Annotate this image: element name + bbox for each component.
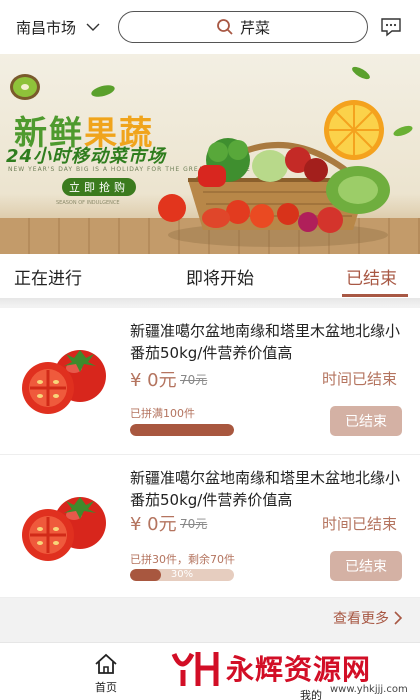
search-icon [217, 19, 233, 35]
view-more-label: 查看更多 [333, 611, 389, 627]
group-progress-text: 已拼30件，剩余70件 [130, 553, 235, 566]
product-title[interactable]: 新疆准噶尔盆地南缘和塔里木盆地北缘小番茄50kg/件营养价值高 [130, 467, 412, 511]
nav-mine[interactable]: 我的 [300, 687, 322, 700]
product-card[interactable]: 新疆准噶尔盆地南缘和塔里木盆地北缘小番茄50kg/件营养价值高 ¥ 0元 70元… [0, 455, 420, 597]
orange-slice-icon [324, 100, 384, 160]
tab-in-progress[interactable]: 正在进行 [14, 264, 82, 289]
status-tabs: 正在进行 即将开始 已结束 [0, 254, 420, 298]
ended-button[interactable]: 已结束 [330, 551, 402, 581]
view-more-link[interactable]: 查看更多 [333, 608, 403, 628]
product-card[interactable]: 新疆准噶尔盆地南缘和塔里木盆地北缘小番茄50kg/件营养价值高 ¥ 0元 70元… [0, 308, 420, 454]
leaf-icon [352, 66, 370, 80]
watermark-text: 永辉资源网 [226, 653, 372, 686]
promo-banner[interactable]: 新鲜果蔬 24小时移动菜市场 NEW YEAR'S DAY BIG IS A H… [0, 54, 420, 254]
message-icon[interactable] [380, 16, 402, 38]
active-tab-indicator [342, 294, 408, 297]
top-header: 南昌市场 芹菜 [0, 0, 420, 54]
group-progress-bar: 30% [130, 569, 234, 581]
tomato-image [22, 497, 106, 561]
tab-ended[interactable]: 已结束 [346, 264, 397, 289]
buy-now-button[interactable]: 立即抢购 [62, 178, 136, 196]
product-divider [0, 597, 420, 598]
time-status: 时间已结束 [322, 370, 398, 388]
tomato-image [22, 350, 106, 414]
chevron-down-icon [86, 23, 100, 31]
group-progress-text: 已拼满100件 [130, 407, 195, 420]
banner-subtitle: 24小时移动菜市场 [6, 146, 167, 167]
kiwi-icon [10, 74, 40, 100]
city-selector[interactable]: 南昌市场 [16, 17, 100, 38]
nav-home[interactable]: 首页 [86, 653, 126, 695]
watermark-logo-icon [171, 652, 219, 686]
ended-button[interactable]: 已结束 [330, 406, 402, 436]
product-original-price: 70元 [180, 517, 208, 531]
city-label: 南昌市场 [16, 18, 77, 37]
product-original-price: 70元 [180, 373, 208, 387]
watermark-url: www.yhkjjj.com [330, 684, 408, 695]
banner-small-text: SEASON OF INDULGENCE [56, 200, 120, 206]
search-value: 芹菜 [239, 18, 270, 37]
group-progress-label [130, 424, 234, 436]
leaf-icon [91, 85, 115, 97]
product-price: ¥ 0元 [130, 514, 177, 535]
nav-mine-label: 我的 [300, 689, 322, 700]
watermark: 永辉资源网 [170, 648, 371, 688]
group-progress-label: 30% [170, 569, 194, 580]
search-input[interactable]: 芹菜 [118, 11, 368, 43]
time-status: 时间已结束 [322, 515, 398, 533]
chevron-right-icon [394, 611, 403, 625]
home-icon [95, 653, 117, 674]
product-price: ¥ 0元 [130, 370, 177, 391]
group-progress-bar [130, 424, 234, 436]
nav-home-label: 首页 [95, 681, 117, 694]
tab-divider [0, 298, 420, 306]
tab-upcoming[interactable]: 即将开始 [186, 264, 254, 289]
product-title[interactable]: 新疆准噶尔盆地南缘和塔里木盆地北缘小番茄50kg/件营养价值高 [130, 320, 412, 364]
